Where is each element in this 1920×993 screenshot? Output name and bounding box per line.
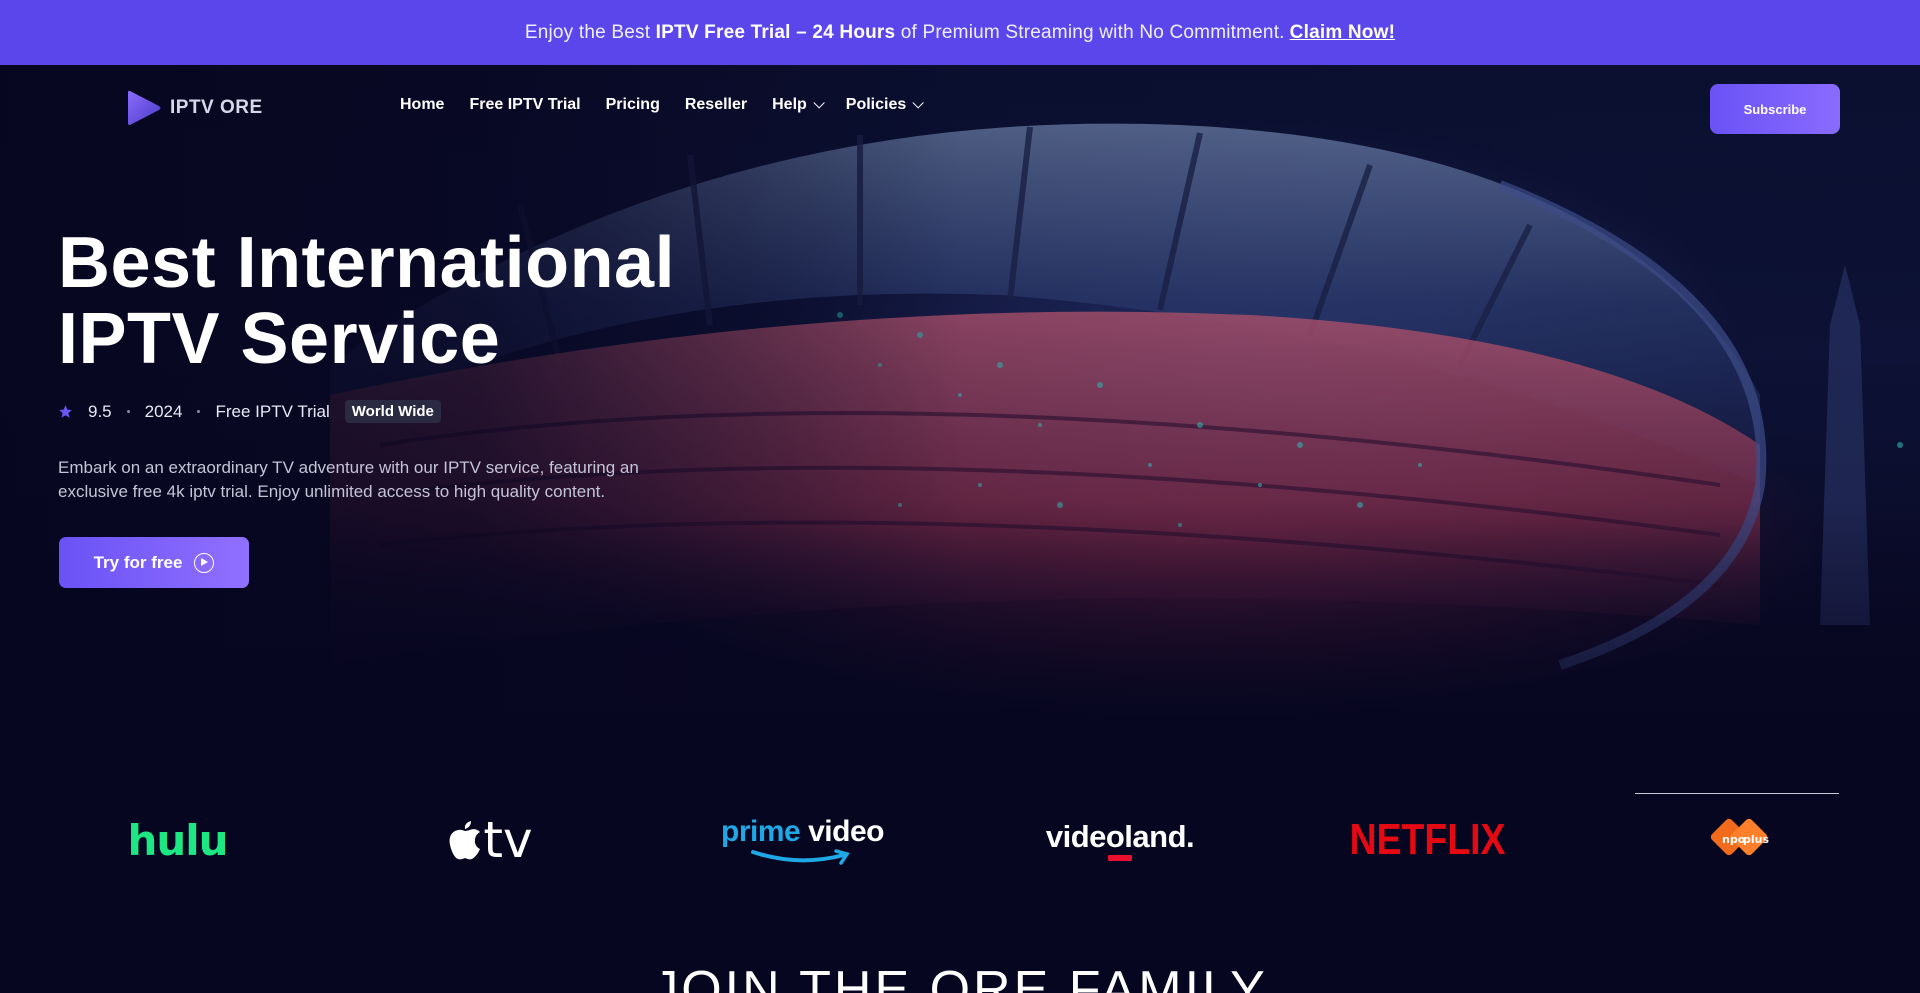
videoland-text: videoland. bbox=[1045, 819, 1195, 854]
nav-help[interactable]: Help bbox=[772, 96, 825, 114]
page-title: Best International IPTV Service bbox=[58, 225, 675, 377]
trial-tag: Free IPTV Trial bbox=[215, 401, 330, 421]
subscribe-button[interactable]: Subscribe bbox=[1710, 84, 1840, 134]
site-logo[interactable]: IPTV ORE bbox=[124, 88, 263, 128]
videoland-logo: videoland. bbox=[1040, 795, 1200, 885]
try-for-free-button[interactable]: Try for free bbox=[59, 537, 249, 588]
nav-home[interactable]: Home bbox=[400, 96, 444, 114]
play-circle-icon bbox=[194, 552, 215, 573]
logo-text: IPTV ORE bbox=[170, 97, 263, 118]
apple-tv-logo: tv bbox=[440, 795, 540, 885]
separator-dot bbox=[197, 410, 201, 413]
separator-dot bbox=[126, 410, 130, 413]
nav-free-iptv-trial[interactable]: Free IPTV Trial bbox=[469, 96, 580, 114]
nav-reseller[interactable]: Reseller bbox=[685, 96, 747, 114]
hero-gradient-overlay bbox=[0, 65, 1920, 790]
apple-icon bbox=[449, 821, 481, 860]
video-text: video bbox=[808, 815, 884, 848]
chevron-down-icon bbox=[813, 97, 825, 109]
hero-description: Embark on an extraordinary TV adventure … bbox=[58, 458, 639, 501]
year-value: 2024 bbox=[144, 401, 183, 421]
rating-value: 9.5 bbox=[88, 401, 112, 421]
announcement-text-pre: Enjoy the Best bbox=[524, 21, 656, 43]
nav-help-label: Help bbox=[772, 96, 807, 113]
prime-smile-icon bbox=[750, 849, 850, 865]
npo-plus-icon: npo plus bbox=[1710, 818, 1769, 856]
claim-now-link[interactable]: Claim Now! bbox=[1290, 22, 1395, 44]
svg-text:plus: plus bbox=[1743, 833, 1769, 846]
main-nav: Home Free IPTV Trial Pricing Reseller He… bbox=[400, 96, 925, 114]
announcement-text-bold: IPTV Free Trial – 24 Hours bbox=[655, 21, 896, 43]
brand-divider bbox=[1635, 793, 1839, 794]
world-wide-badge: World Wide bbox=[344, 400, 441, 423]
apple-tv-text: tv bbox=[483, 811, 533, 869]
title-line-2: IPTV Service bbox=[58, 299, 501, 379]
nav-pricing[interactable]: Pricing bbox=[606, 96, 660, 114]
announcement-bar: Enjoy the Best IPTV Free Trial – 24 Hour… bbox=[0, 0, 1920, 65]
netflix-logo: NETFLIX bbox=[1349, 815, 1506, 864]
title-line-1: Best International bbox=[58, 223, 676, 303]
hulu-logo: hulu bbox=[127, 815, 228, 865]
hero-section bbox=[0, 65, 1920, 790]
prime-video-logo: prime video bbox=[720, 795, 885, 885]
section-heading: JOIN THE ORE FAMILY bbox=[652, 961, 1268, 993]
prime-text: prime bbox=[721, 815, 801, 848]
star-icon bbox=[59, 405, 72, 418]
npo-plus-logo: npo plus bbox=[1700, 795, 1780, 885]
play-triangle-icon bbox=[128, 90, 161, 125]
announcement-text-post: of Premium Streaming with No Commitment. bbox=[895, 21, 1285, 43]
nav-policies-label: Policies bbox=[845, 96, 907, 113]
try-for-free-label: Try for free bbox=[93, 552, 183, 572]
prime-video-wordmark: prime video bbox=[721, 815, 884, 849]
hero-meta: 9.5 2024 Free IPTV Trial World Wide bbox=[58, 400, 441, 423]
nav-policies[interactable]: Policies bbox=[845, 96, 925, 114]
rtl-tag-icon bbox=[1108, 855, 1132, 861]
brand-logos-row: hulu tv prime video videoland. NETFLIX n… bbox=[0, 795, 1920, 885]
